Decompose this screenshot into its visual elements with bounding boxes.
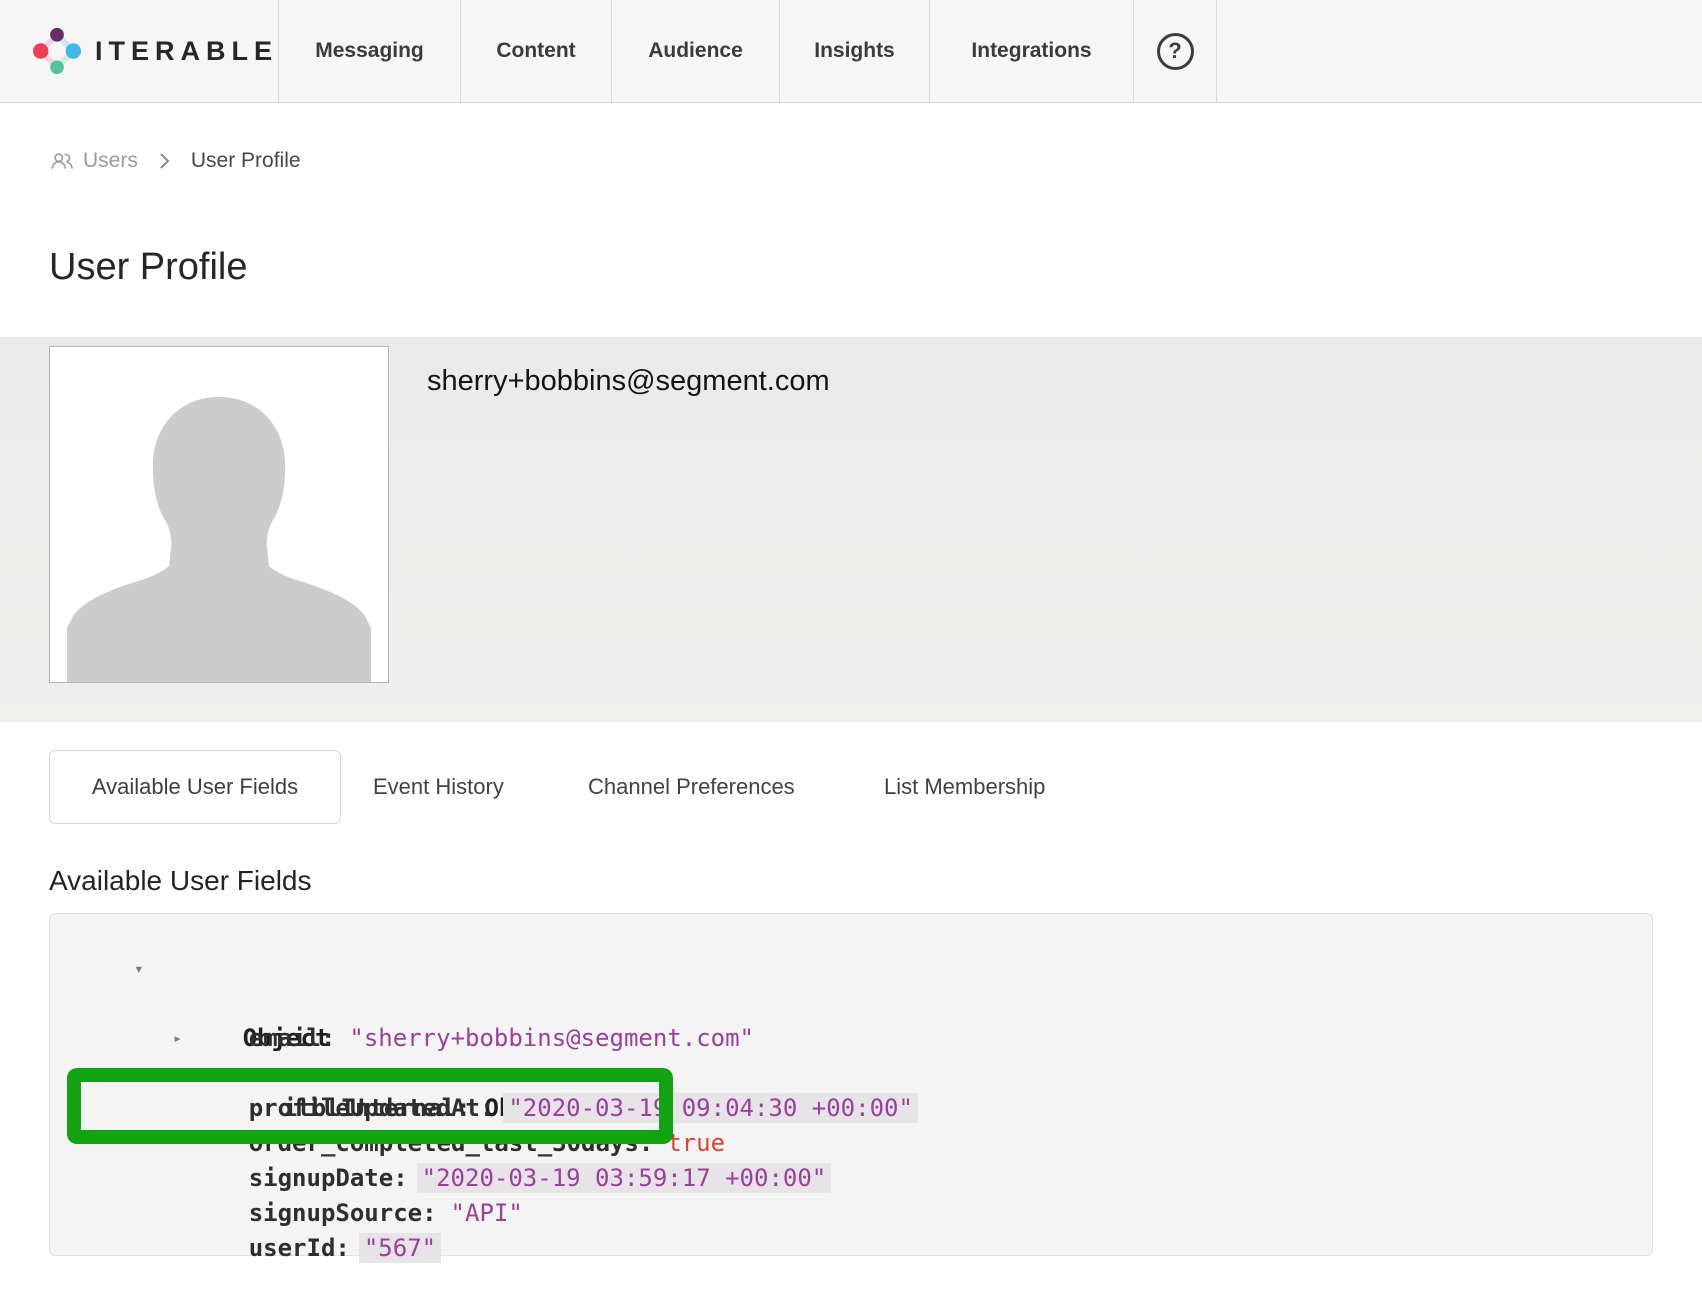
nav-item-label: Integrations [971, 39, 1091, 63]
tree-row-itblinternal: ▸ itblInternal:Object [50, 1021, 1652, 1056]
iterable-logo-icon [33, 23, 81, 79]
nav-item-integrations[interactable]: Integrations [930, 0, 1134, 102]
tab-channel-preferences[interactable]: Channel Preferences [588, 774, 795, 800]
page-title: User Profile [49, 245, 248, 289]
nav-item-label: Content [496, 39, 575, 63]
profile-tabs: Available User Fields Event History Chan… [0, 750, 1702, 824]
profile-email: sherry+bobbins@segment.com [427, 365, 830, 398]
help-glyph: ? [1168, 38, 1181, 64]
tree-row-email: email:"sherry+bobbins@segment.com" [50, 986, 1652, 1021]
tab-list-membership[interactable]: List Membership [884, 774, 1045, 800]
section-heading: Available User Fields [49, 864, 312, 898]
tab-event-history[interactable]: Event History [373, 774, 504, 800]
nav-item-label: Insights [814, 39, 895, 63]
tab-available-user-fields[interactable]: Available User Fields [49, 750, 341, 824]
field-value: "567" [359, 1233, 441, 1263]
users-icon [49, 150, 75, 172]
avatar-placeholder-icon [50, 347, 388, 682]
help-icon: ? [1157, 33, 1194, 70]
nav-item-messaging[interactable]: Messaging [279, 0, 461, 102]
help-button[interactable]: ? [1134, 0, 1217, 102]
iterable-logo[interactable]: ITERABLE [0, 0, 279, 102]
expand-triangle-icon[interactable]: ▸ [173, 1021, 182, 1056]
breadcrumb: Users User Profile [49, 146, 301, 176]
brand-wordmark: ITERABLE [95, 36, 278, 67]
tree-row-root: ▾ Object [50, 951, 1652, 986]
chevron-right-icon [159, 152, 170, 170]
breadcrumb-users-label: Users [83, 149, 138, 173]
tab-label: Available User Fields [92, 774, 298, 800]
field-key: userId: [249, 1234, 350, 1262]
breadcrumb-current: User Profile [191, 149, 301, 173]
nav-item-audience[interactable]: Audience [612, 0, 780, 102]
nav-item-insights[interactable]: Insights [780, 0, 930, 102]
breadcrumb-users-link[interactable]: Users [49, 149, 138, 173]
nav-spacer [1217, 0, 1702, 102]
profile-hero: sherry+bobbins@segment.com [0, 337, 1702, 722]
collapse-triangle-icon[interactable]: ▾ [134, 951, 144, 986]
nav-item-content[interactable]: Content [461, 0, 612, 102]
avatar [49, 346, 389, 683]
tree-row-signupsource: signupSource:"API" [50, 1161, 1652, 1196]
tree-row-userid: userId:"567" [50, 1196, 1652, 1231]
nav-item-label: Audience [648, 39, 743, 63]
highlight-annotation [67, 1068, 673, 1144]
nav-item-label: Messaging [315, 39, 424, 63]
top-nav: ITERABLE Messaging Content Audience Insi… [0, 0, 1702, 103]
